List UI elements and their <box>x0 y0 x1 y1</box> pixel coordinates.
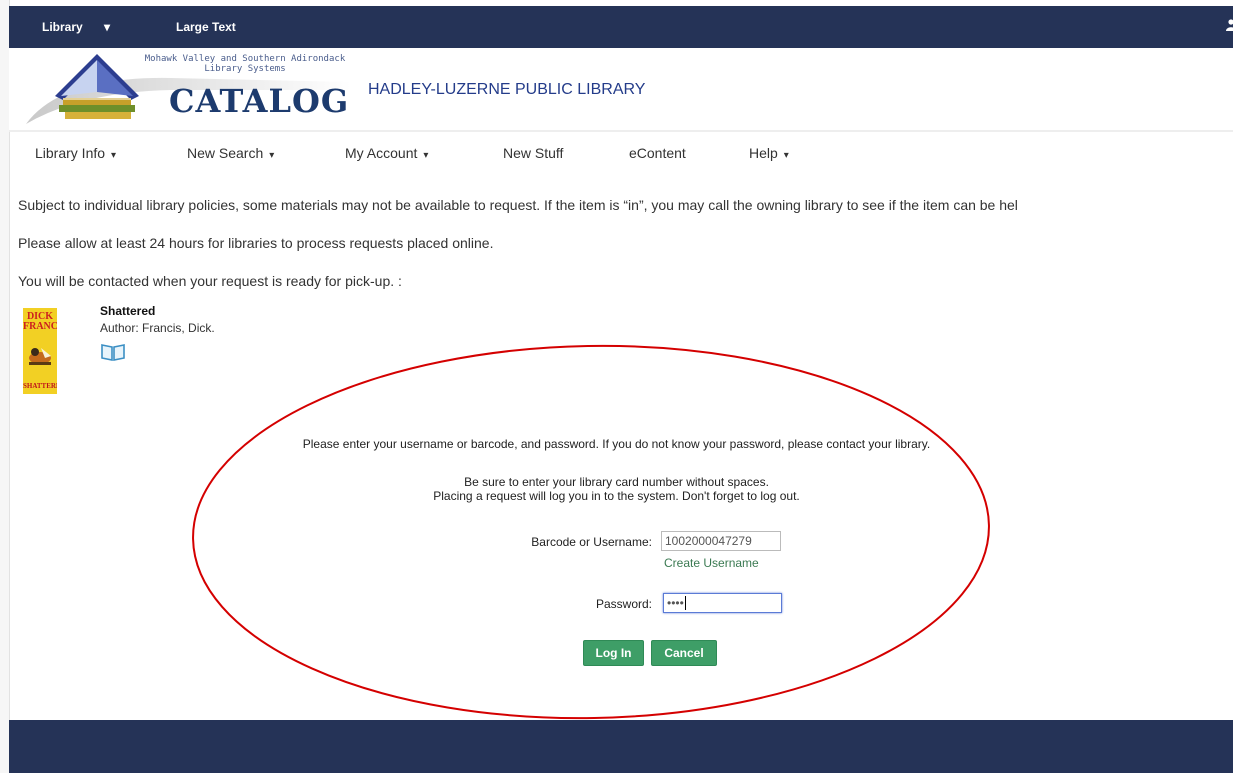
login-note-logout: Placing a request will log you in to the… <box>433 489 800 503</box>
password-input[interactable]: •••• <box>663 593 782 613</box>
chevron-down-icon: ▾ <box>783 150 789 161</box>
notice-processing: Please allow at least 24 hours for libra… <box>18 235 494 251</box>
top-bar: Library ▾ Large Text <box>9 6 1233 48</box>
cancel-button[interactable]: Cancel <box>651 640 717 666</box>
library-menu-label: Library <box>42 20 83 34</box>
site-header: Mohawk Valley and Southern Adirondack Li… <box>9 48 1233 130</box>
notice-availability: Subject to individual library policies, … <box>18 197 1018 213</box>
tab-econtent[interactable]: eContent <box>629 145 686 161</box>
user-icon[interactable] <box>1226 19 1233 31</box>
chevron-down-icon: ▾ <box>111 150 117 161</box>
library-name: HADLEY-LUZERNE PUBLIC LIBRARY <box>368 81 646 98</box>
library-menu[interactable]: Library ▾ <box>42 20 110 34</box>
book-cover[interactable]: DICK FRANCIS SHATTERED <box>23 308 57 394</box>
catalog-logo[interactable]: Mohawk Valley and Southern Adirondack Li… <box>21 50 351 126</box>
cover-illustration <box>29 348 51 365</box>
item-title[interactable]: Shattered <box>100 304 155 318</box>
tab-help[interactable]: Help ▾ <box>749 145 789 161</box>
chevron-down-icon: ▾ <box>423 150 429 161</box>
create-username-link[interactable]: Create Username <box>664 556 759 570</box>
site-footer <box>9 720 1233 773</box>
tab-new-search[interactable]: New Search ▾ <box>187 145 274 161</box>
log-in-button[interactable]: Log In <box>583 640 644 666</box>
main-nav: Library Info ▾ New Search ▾ My Account ▾ Ne… <box>9 132 1233 176</box>
username-input[interactable] <box>661 531 781 551</box>
item-author: Author: Francis, Dick. <box>100 321 215 335</box>
notice-contact: You will be contacted when your request … <box>18 273 402 289</box>
login-note-spaces: Be sure to enter your library card numbe… <box>464 475 769 489</box>
book-open-icon <box>101 344 125 361</box>
login-instructions: Please enter your username or barcode, a… <box>302 437 931 451</box>
tab-my-account[interactable]: My Account ▾ <box>345 145 428 161</box>
chevron-down-icon: ▾ <box>269 150 275 161</box>
password-label: Password: <box>595 597 652 611</box>
logo-subtitle: Mohawk Valley and Southern Adirondack Li… <box>144 54 346 74</box>
large-text-toggle[interactable]: Large Text <box>176 20 236 34</box>
tab-new-stuff[interactable]: New Stuff <box>503 145 563 161</box>
username-label: Barcode or Username: <box>531 535 652 549</box>
logo-catalog-text: CATALOG <box>169 82 350 120</box>
tab-library-info[interactable]: Library Info ▾ <box>35 145 116 161</box>
text-cursor <box>684 596 686 610</box>
chevron-down-icon: ▾ <box>104 20 111 34</box>
